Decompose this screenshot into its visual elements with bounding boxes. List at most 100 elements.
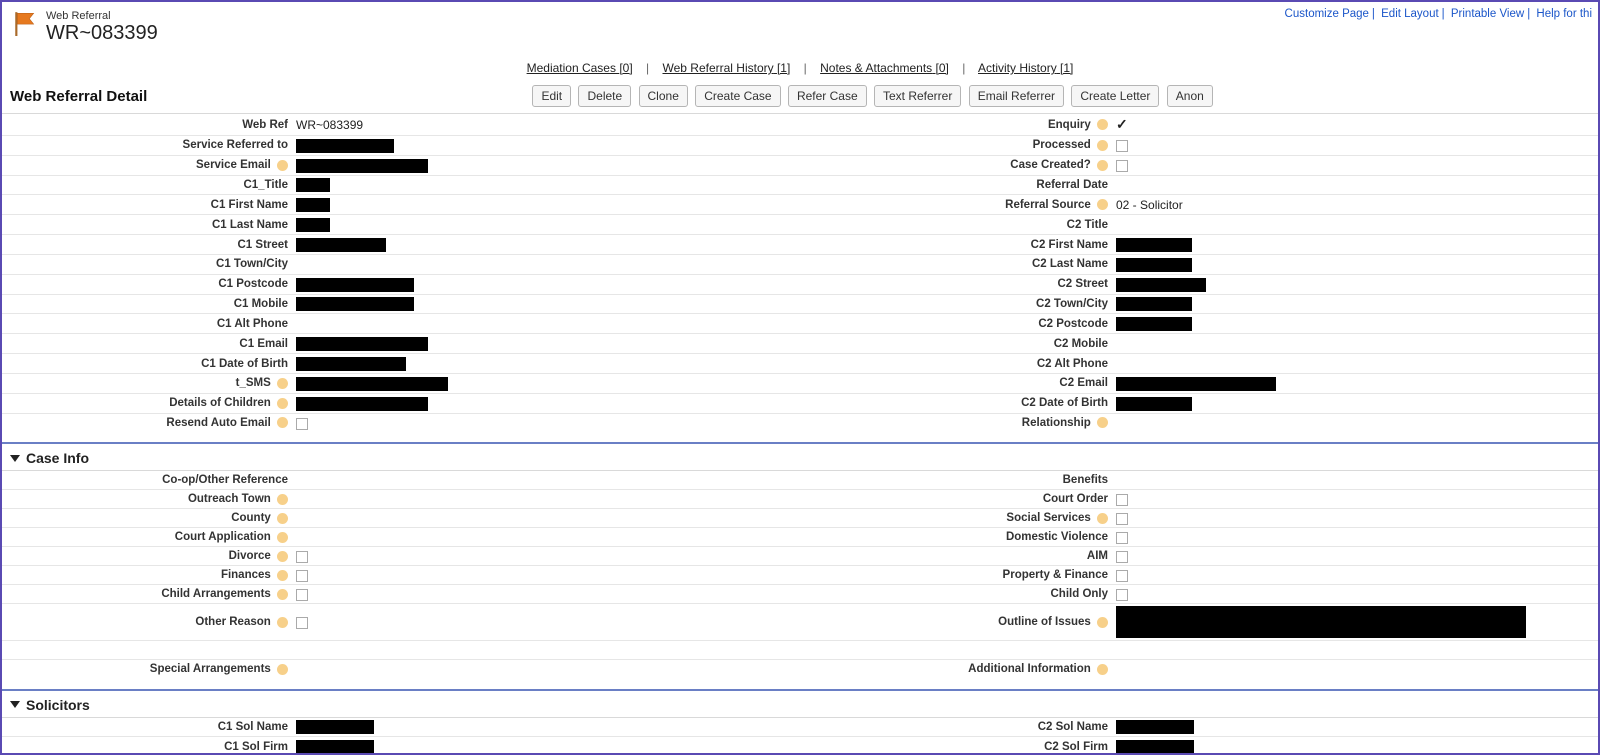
field-label: C1 Last Name [2,215,292,235]
redacted-value [296,198,330,212]
table-row: t_SMS C2 Email [2,373,1598,393]
field-label: C2 Postcode [772,314,1112,334]
help-icon[interactable] [277,617,288,628]
field-label: C1 Sol Name [2,717,292,737]
related-lists-nav: Mediation Cases [0] | Web Referral Histo… [2,61,1598,75]
field-value-cell [1112,354,1598,374]
table-row: County Social Services [2,509,1598,528]
field-label: Enquiry [772,114,1112,136]
redacted-value [1116,317,1192,331]
help-icon[interactable] [277,494,288,505]
related-mediation-cases[interactable]: Mediation Cases [0] [527,61,633,75]
redacted-value [1116,377,1276,391]
field-label: Web Ref [2,114,292,136]
help-icon[interactable] [277,664,288,675]
help-icon[interactable] [277,551,288,562]
delete-button[interactable]: Delete [578,85,631,107]
customize-page-link[interactable]: Customize Page [1285,8,1369,20]
field-label: Additional Information [772,660,1112,679]
field-label: C1 Email [2,334,292,354]
help-icon[interactable] [1097,664,1108,675]
field-value-cell [292,737,772,755]
field-value-cell [292,641,772,660]
collapse-icon [10,701,20,708]
redacted-value [296,139,394,153]
anon-button[interactable]: Anon [1167,85,1213,107]
redacted-value [1116,606,1526,638]
edit-button[interactable]: Edit [532,85,571,107]
help-icon[interactable] [1097,160,1108,171]
field-label: Special Arrangements [2,660,292,679]
edit-layout-link[interactable]: Edit Layout [1381,8,1439,20]
field-value-cell [292,294,772,314]
create-letter-button[interactable]: Create Letter [1071,85,1159,107]
help-icon[interactable] [1097,417,1108,428]
field-label: Finances [2,566,292,585]
field-label: Resend Auto Email [2,413,292,432]
field-label: AIM [772,547,1112,566]
help-icon[interactable] [1097,199,1108,210]
field-label: C2 Street [772,274,1112,294]
email-referrer-button[interactable]: Email Referrer [969,85,1064,107]
detail-table: Web RefWR~083399Enquiry ✓Service Referre… [2,113,1598,432]
related-activity-history[interactable]: Activity History [1] [978,61,1073,75]
table-row: C1_TitleReferral Date [2,175,1598,195]
related-notes-attachments[interactable]: Notes & Attachments [0] [820,61,949,75]
table-row: C1 First NameReferral Source 02 - Solici… [2,195,1598,215]
table-row: Special Arrangements Additional Informat… [2,660,1598,679]
table-row: Web RefWR~083399Enquiry ✓ [2,114,1598,136]
table-row [2,641,1598,660]
field-label: C1 Postcode [2,274,292,294]
field-value-cell [1112,274,1598,294]
help-icon[interactable] [1097,617,1108,628]
help-icon[interactable] [277,589,288,600]
help-icon[interactable] [277,417,288,428]
field-value-cell [292,274,772,294]
case-info-section-header[interactable]: Case Info [2,442,1598,470]
checkbox-icon [1116,570,1128,582]
refer-case-button[interactable]: Refer Case [788,85,867,107]
collapse-icon [10,455,20,462]
related-web-referral-history[interactable]: Web Referral History [1] [662,61,790,75]
field-value-cell [292,547,772,566]
checkbox-icon [1116,160,1128,172]
field-value-cell: 02 - Solicitor [1112,195,1598,215]
field-value-cell [1112,413,1598,432]
help-icon[interactable] [277,378,288,389]
redacted-value [296,178,330,192]
field-value-cell [1112,585,1598,604]
field-label: C1 First Name [2,195,292,215]
field-value-cell [292,195,772,215]
field-label: Property & Finance [772,566,1112,585]
solicitors-section-header[interactable]: Solicitors [2,689,1598,717]
table-row: Details of Children C2 Date of Birth [2,393,1598,413]
help-icon[interactable] [277,398,288,409]
create-case-button[interactable]: Create Case [695,85,780,107]
help-icon[interactable] [277,570,288,581]
help-icon[interactable] [1097,140,1108,151]
case-info-table: Co-op/Other ReferenceBenefitsOutreach To… [2,470,1598,679]
redacted-value [296,377,448,391]
checkbox-icon [1116,513,1128,525]
field-label: C2 Title [772,215,1112,235]
field-label: C2 Town/City [772,294,1112,314]
help-icon[interactable] [277,160,288,171]
help-icon[interactable] [277,513,288,524]
field-value-cell [292,717,772,737]
help-icon[interactable] [1097,119,1108,130]
field-value-cell [292,334,772,354]
help-icon[interactable] [277,532,288,543]
checkbox-icon [1116,532,1128,544]
field-value-cell [1112,604,1598,641]
redacted-value [1116,297,1192,311]
text-referrer-button[interactable]: Text Referrer [874,85,961,107]
field-value-cell [1112,641,1598,660]
help-link[interactable]: Help for thi [1536,8,1592,20]
page-action-links: Customize Page| Edit Layout| Printable V… [1285,8,1592,20]
table-row: C1 EmailC2 Mobile [2,334,1598,354]
field-value-cell [1112,175,1598,195]
help-icon[interactable] [1097,513,1108,524]
field-label: C2 Alt Phone [772,354,1112,374]
printable-view-link[interactable]: Printable View [1451,8,1524,20]
clone-button[interactable]: Clone [639,85,688,107]
